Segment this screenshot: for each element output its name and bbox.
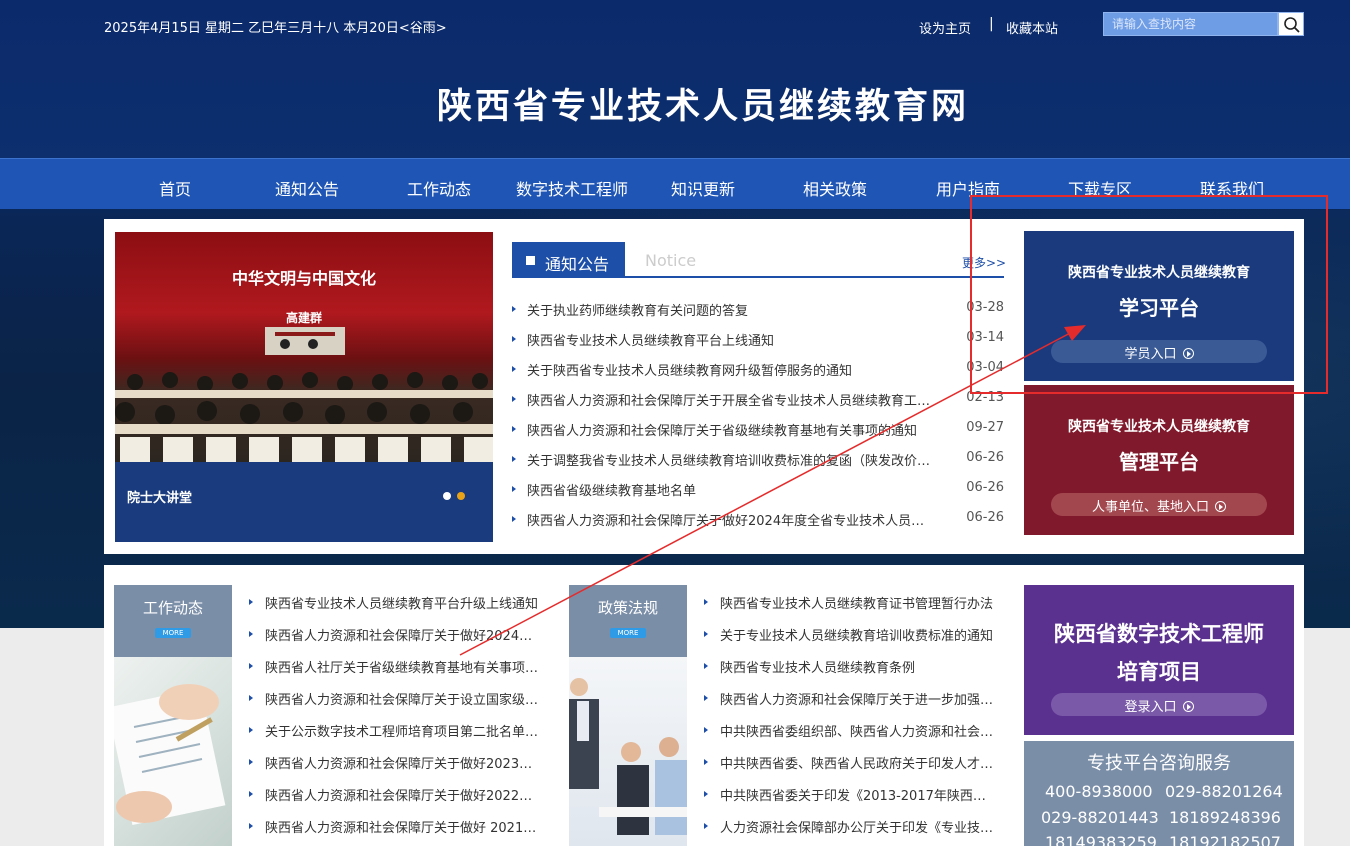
annotation-arrow: [459, 325, 1086, 656]
